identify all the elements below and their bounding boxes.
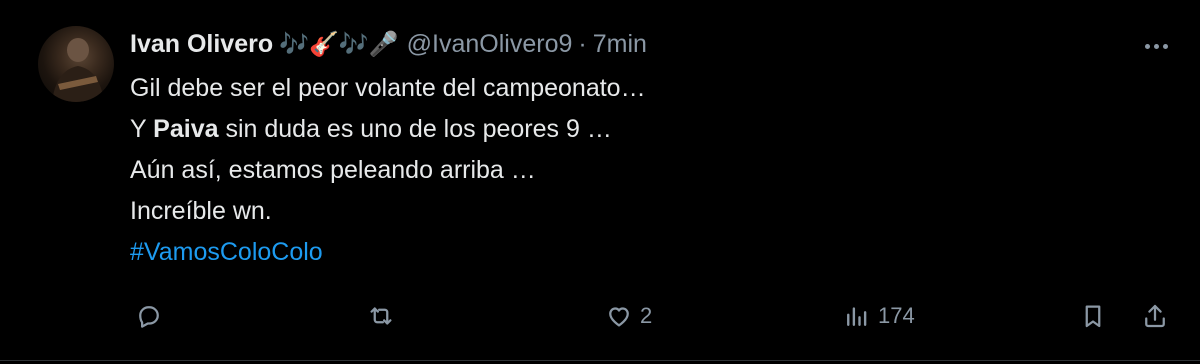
guitar-emoji: 🎸 (309, 30, 339, 58)
views-count: 174 (878, 303, 915, 328)
tweet-text: Gil debe ser el peor volante del campeon… (130, 68, 646, 273)
tweet-header: Ivan Olivero 🎶🎸🎶🎤 @IvanOlivero9 · 7min (130, 26, 647, 62)
more-dots-icon (1153, 43, 1159, 49)
bold-keyword: Paiva (153, 115, 219, 143)
views-button[interactable]: 174 (842, 292, 915, 340)
name-emojis: 🎶🎸🎶🎤 (279, 30, 399, 59)
tweet-text-fragment: Y (130, 115, 154, 143)
views-icon (847, 307, 867, 326)
bookmark-button[interactable] (1078, 292, 1108, 340)
share-icon (1145, 304, 1165, 328)
retweet-button[interactable] (366, 292, 402, 340)
more-dots-icon (1144, 43, 1150, 49)
more-dots-icon (1162, 43, 1168, 49)
avatar-image (52, 38, 104, 102)
music-notes-emoji: 🎶 (279, 30, 310, 58)
bookmark-icon (1085, 305, 1101, 328)
author-handle[interactable]: @IvanOlivero9 (407, 30, 573, 59)
avatar[interactable] (38, 26, 114, 102)
heart-icon (609, 307, 629, 327)
hashtag-link[interactable]: #VamosColoColo (130, 232, 646, 273)
tweet-line: Y Paiva sin duda es uno de los peores 9 … (130, 109, 646, 150)
tweet[interactable]: Ivan Olivero 🎶🎸🎶🎤 @IvanOlivero9 · 7min G… (0, 0, 1200, 364)
notes-microphone-emoji: 🎶🎤 (338, 30, 399, 58)
more-options-button[interactable] (1138, 32, 1174, 60)
like-count: 2 (640, 303, 653, 328)
action-bar: 2 174 (0, 292, 1200, 340)
share-button[interactable] (1140, 292, 1170, 340)
tweet-text-fragment: sin duda es uno de los peores 9 … (218, 115, 612, 143)
header-separator: · (578, 29, 587, 58)
reply-icon (139, 306, 159, 328)
timestamp[interactable]: 7min (593, 30, 647, 59)
retweet-icon (370, 307, 392, 325)
author-name[interactable]: Ivan Olivero (130, 30, 273, 59)
tweet-divider (0, 360, 1200, 361)
tweet-line: Aún así, estamos peleando arriba … (130, 156, 536, 184)
like-button[interactable]: 2 (604, 292, 652, 340)
reply-button[interactable] (134, 292, 170, 340)
tweet-line: Gil debe ser el peor volante del campeon… (130, 74, 646, 102)
tweet-line: Increíble wn. (130, 197, 272, 225)
